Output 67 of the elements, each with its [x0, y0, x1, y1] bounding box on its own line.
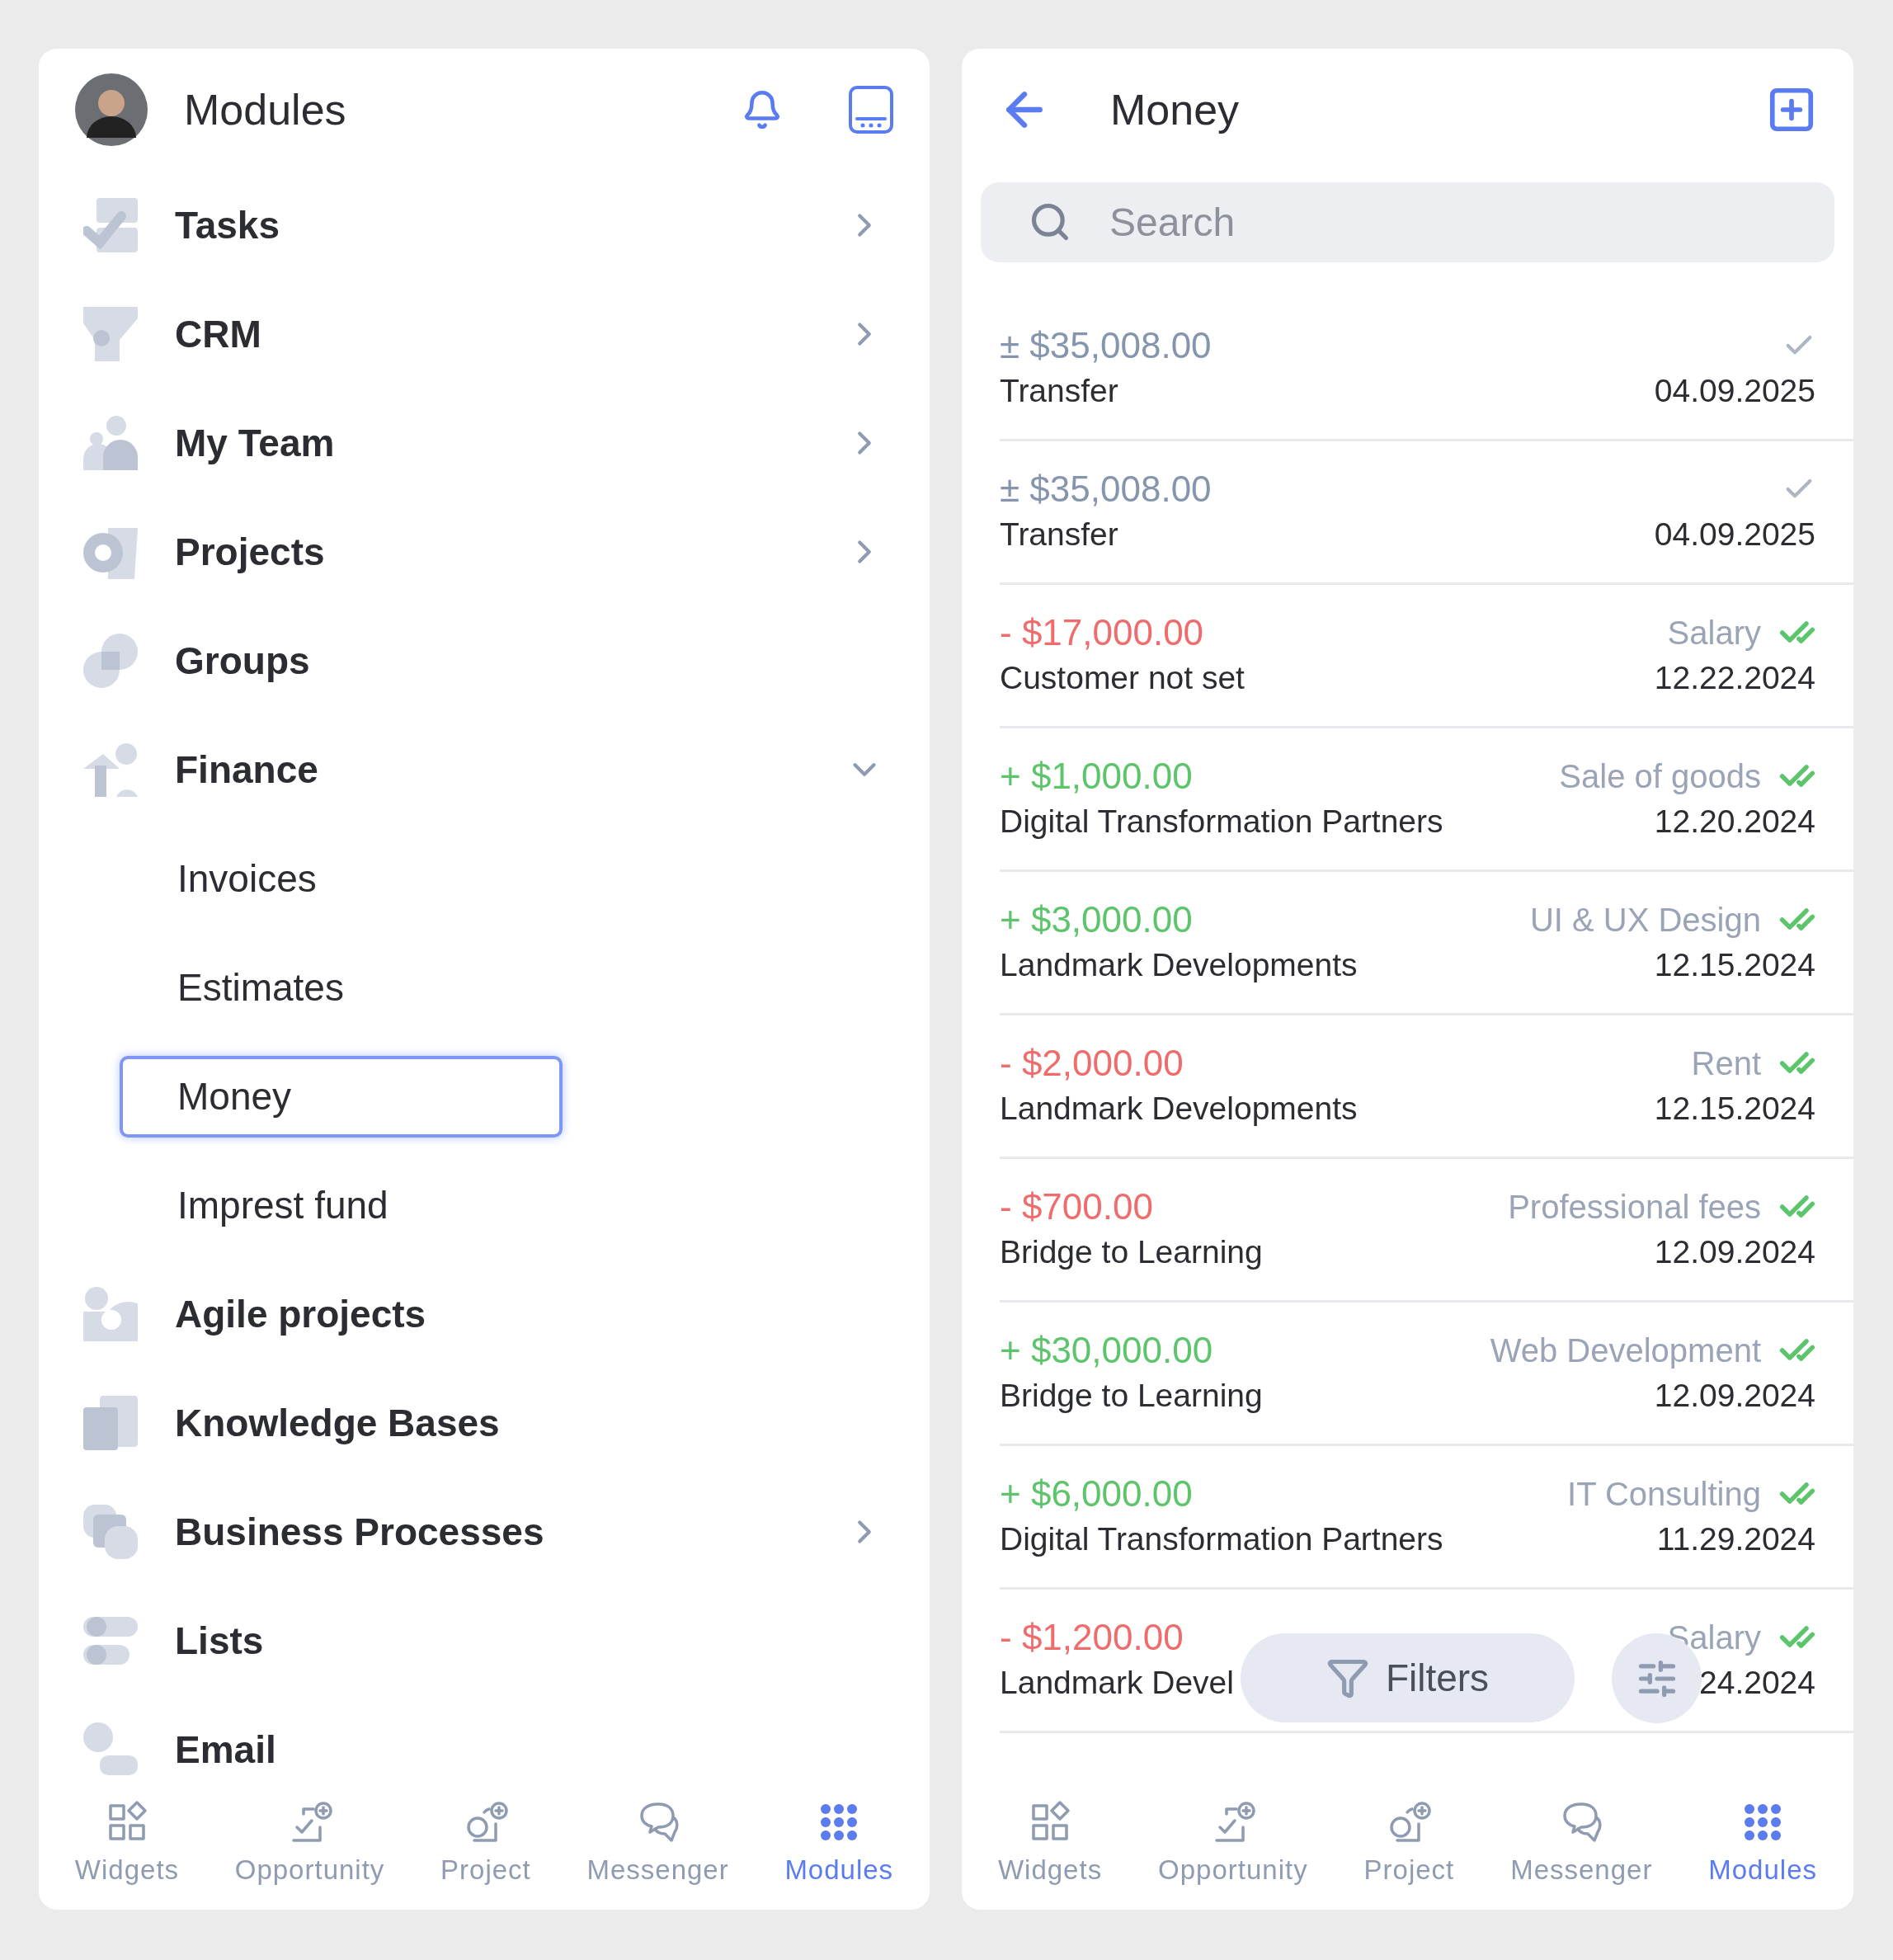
- avatar[interactable]: [75, 73, 148, 146]
- submenu-item[interactable]: Invoices: [120, 837, 563, 920]
- date: 24.2024: [1699, 1663, 1815, 1702]
- counterparty: Transfer: [1000, 515, 1118, 554]
- counterparty: Customer not set: [1000, 658, 1245, 697]
- category: Web Development: [1490, 1331, 1761, 1370]
- amount: + $3,000.00: [1000, 898, 1193, 941]
- date: 12.15.2024: [1654, 1089, 1815, 1128]
- category: Rent: [1691, 1044, 1761, 1083]
- amount: - $700.00: [1000, 1185, 1153, 1228]
- module-item[interactable]: Lists: [39, 1586, 930, 1695]
- amount: - $17,000.00: [1000, 611, 1204, 654]
- date: 04.09.2025: [1654, 371, 1815, 410]
- amount: ± $35,008.00: [1000, 324, 1212, 367]
- counterparty: Bridge to Learning: [1000, 1232, 1263, 1271]
- funnel-icon: [83, 307, 138, 361]
- module-item[interactable]: Tasks: [39, 171, 930, 280]
- nav-tab[interactable]: Modules: [1708, 1799, 1817, 1887]
- counterparty: Transfer: [1000, 371, 1118, 410]
- counterparty: Landmark Developments: [1000, 945, 1358, 984]
- date: 12.09.2024: [1654, 1376, 1815, 1415]
- submenu-item[interactable]: Estimates: [120, 946, 563, 1029]
- date: 04.09.2025: [1654, 515, 1815, 554]
- module-item[interactable]: Groups: [39, 606, 930, 715]
- counterparty: Digital Transformation Partners: [1000, 1519, 1443, 1558]
- date: 12.22.2024: [1654, 658, 1815, 697]
- amount: - $1,200.00: [1000, 1616, 1184, 1659]
- category: UI & UX Design: [1529, 901, 1761, 940]
- module-item[interactable]: Projects: [39, 497, 930, 606]
- checklist-icon: [83, 198, 138, 252]
- date: 11.29.2024: [1656, 1519, 1815, 1558]
- shapes-icon: [83, 1722, 138, 1777]
- panel-title: Money: [1110, 85, 1240, 135]
- amount: + $1,000.00: [1000, 755, 1193, 798]
- counterparty: Bridge to Learning: [1000, 1376, 1263, 1415]
- ring-icon: [83, 1287, 138, 1341]
- date: 12.15.2024: [1654, 945, 1815, 984]
- counterparty: Digital Transformation Partners: [1000, 802, 1443, 841]
- module-item[interactable]: Agile projects: [39, 1260, 930, 1369]
- category: Professional fees: [1508, 1188, 1761, 1227]
- category: IT Consulting: [1567, 1475, 1761, 1514]
- module-item[interactable]: Business Processes: [39, 1477, 930, 1586]
- people-icon: [83, 416, 138, 470]
- submenu-item[interactable]: Imprest fund: [120, 1164, 563, 1246]
- amount: + $30,000.00: [1000, 1329, 1213, 1372]
- counterparty: Landmark Developments: [1000, 1089, 1358, 1128]
- amount: + $6,000.00: [1000, 1472, 1193, 1515]
- module-item[interactable]: CRM: [39, 280, 930, 389]
- shapes-icon: [83, 634, 138, 688]
- squares-icon: [83, 1505, 138, 1559]
- date: 12.09.2024: [1654, 1232, 1815, 1271]
- module-item[interactable]: Knowledge Bases: [39, 1369, 930, 1477]
- submenu-item[interactable]: Money: [120, 1055, 563, 1138]
- counterparty: Landmark Devel: [1000, 1663, 1234, 1702]
- filters-button[interactable]: Filters: [1241, 1633, 1575, 1722]
- panel-title: Modules: [184, 85, 346, 135]
- module-item[interactable]: My Team: [39, 389, 930, 497]
- category: Salary: [1667, 614, 1761, 653]
- book-icon: [83, 1396, 138, 1450]
- module-item[interactable]: Finance: [39, 715, 930, 824]
- amount: - $2,000.00: [1000, 1042, 1184, 1085]
- category: Sale of goods: [1559, 757, 1761, 796]
- search-field[interactable]: Search: [981, 182, 1834, 262]
- amount: ± $35,008.00: [1000, 468, 1212, 511]
- shapes-icon: [83, 742, 138, 797]
- date: 12.20.2024: [1654, 802, 1815, 841]
- tablet-icon[interactable]: [849, 86, 893, 134]
